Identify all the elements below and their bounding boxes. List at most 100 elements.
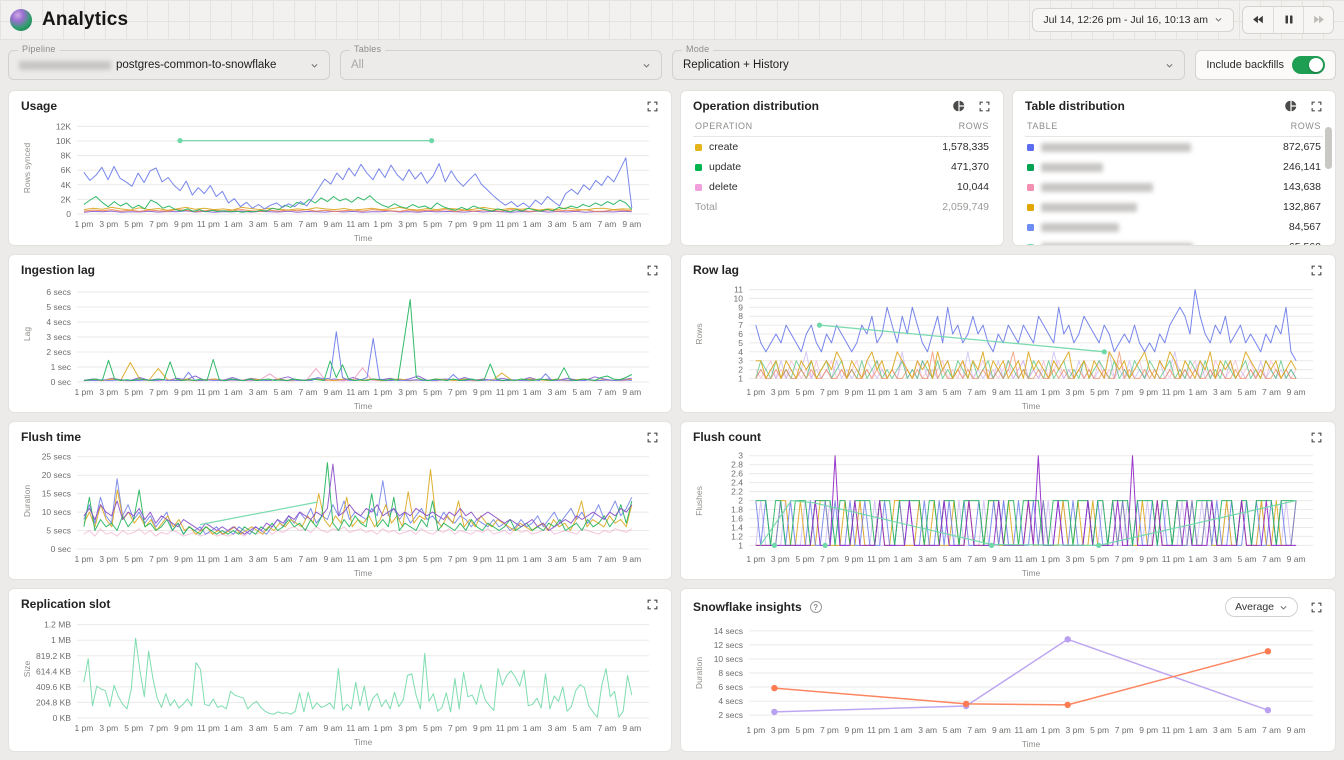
- svg-text:5 am: 5 am: [1238, 387, 1257, 397]
- svg-text:7 pm: 7 pm: [448, 387, 467, 397]
- svg-text:20 secs: 20 secs: [42, 470, 71, 480]
- snowflake-expand-button[interactable]: [1310, 601, 1323, 614]
- svg-text:11 pm: 11 pm: [197, 219, 220, 229]
- operation-pie-toggle[interactable]: [952, 99, 966, 113]
- series-color-swatch: [1027, 244, 1034, 247]
- svg-text:11 pm: 11 pm: [867, 554, 890, 564]
- svg-text:1 am: 1 am: [523, 387, 542, 397]
- svg-text:9 pm: 9 pm: [174, 554, 193, 564]
- svg-text:4 secs: 4 secs: [46, 317, 71, 327]
- operation-name: delete: [709, 181, 738, 193]
- filter-bar: Pipeline postgres-common-to-snowflake Ta…: [0, 40, 1344, 88]
- svg-text:3 pm: 3 pm: [771, 725, 790, 735]
- help-icon[interactable]: ?: [810, 601, 822, 613]
- svg-text:5 secs: 5 secs: [46, 526, 71, 536]
- date-range-label: Jul 14, 12:26 pm - Jul 16, 10:13 am: [1043, 14, 1208, 26]
- svg-text:9 am: 9 am: [1287, 725, 1306, 735]
- svg-text:1 am: 1 am: [224, 554, 243, 564]
- table-distribution-title: Table distribution: [1025, 99, 1125, 113]
- svg-text:1 am: 1 am: [224, 387, 243, 397]
- usage-expand-button[interactable]: [646, 100, 659, 113]
- total-label: Total: [695, 201, 717, 213]
- svg-text:7 pm: 7 pm: [1115, 554, 1134, 564]
- svg-text:3 pm: 3 pm: [1066, 387, 1085, 397]
- pipeline-select[interactable]: Pipeline postgres-common-to-snowflake: [8, 50, 330, 80]
- svg-text:12K: 12K: [56, 121, 71, 131]
- svg-text:11 pm: 11 pm: [1162, 387, 1185, 397]
- svg-text:2.6: 2.6: [731, 469, 743, 479]
- table-expand-button[interactable]: [1310, 100, 1323, 113]
- flush-count-expand-button[interactable]: [1310, 431, 1323, 444]
- svg-text:3 secs: 3 secs: [46, 332, 71, 342]
- operation-table-body: create 1,578,335 update 471,370 delete 1…: [693, 137, 991, 217]
- flush-time-title: Flush time: [21, 430, 81, 444]
- row-lag-expand-button[interactable]: [1310, 264, 1323, 277]
- svg-text:7 am: 7 am: [1262, 725, 1281, 735]
- svg-text:9 am: 9 am: [323, 554, 342, 564]
- include-backfills-toggle[interactable]: [1292, 56, 1325, 74]
- svg-text:5 secs: 5 secs: [46, 302, 71, 312]
- svg-text:1 am: 1 am: [1188, 725, 1207, 735]
- svg-text:5 pm: 5 pm: [124, 554, 143, 564]
- scrollbar[interactable]: [1325, 127, 1332, 169]
- svg-text:7 am: 7 am: [299, 219, 318, 229]
- series-color-swatch: [1027, 184, 1034, 191]
- mode-select[interactable]: Mode Replication + History: [672, 50, 1185, 80]
- svg-text:5 am: 5 am: [274, 723, 293, 733]
- chevron-down-icon: [1214, 15, 1223, 24]
- svg-text:1: 1: [738, 540, 743, 550]
- redacted-table-name: [1041, 223, 1119, 232]
- tables-value: All: [351, 59, 642, 71]
- svg-text:6K: 6K: [61, 165, 72, 175]
- operation-expand-button[interactable]: [978, 100, 991, 113]
- svg-text:11 am: 11 am: [346, 219, 369, 229]
- redacted-text: [19, 61, 111, 70]
- svg-text:7 pm: 7 pm: [448, 723, 467, 733]
- ingestion-lag-expand-button[interactable]: [646, 264, 659, 277]
- date-range-button[interactable]: Jul 14, 12:26 pm - Jul 16, 10:13 am: [1032, 8, 1234, 32]
- table-pie-toggle[interactable]: [1284, 99, 1298, 113]
- series-color-swatch: [695, 144, 702, 151]
- redacted-table-name: [1041, 203, 1137, 212]
- svg-text:7: 7: [738, 320, 743, 330]
- svg-text:9 am: 9 am: [622, 554, 641, 564]
- pause-button[interactable]: [1273, 7, 1303, 33]
- svg-text:11 pm: 11 pm: [496, 554, 519, 564]
- expand-icon: [646, 100, 659, 113]
- replication-slot-expand-button[interactable]: [646, 598, 659, 611]
- svg-text:Flushes: Flushes: [694, 486, 704, 516]
- svg-text:7 am: 7 am: [597, 219, 616, 229]
- svg-text:3 pm: 3 pm: [398, 554, 417, 564]
- svg-text:3 am: 3 am: [918, 387, 937, 397]
- svg-text:2.8: 2.8: [731, 460, 743, 470]
- fast-forward-icon: [1312, 14, 1325, 25]
- table-row: 65,560: [1025, 237, 1323, 246]
- svg-text:3 am: 3 am: [249, 219, 268, 229]
- svg-text:1 sec: 1 sec: [51, 362, 72, 372]
- fast-forward-button[interactable]: [1303, 7, 1333, 33]
- tables-select[interactable]: Tables All: [340, 50, 662, 80]
- operation-row: delete 10,044: [693, 177, 991, 197]
- svg-text:1 pm: 1 pm: [373, 723, 392, 733]
- svg-text:3 pm: 3 pm: [99, 387, 118, 397]
- pie-chart-icon: [1284, 99, 1298, 113]
- svg-text:9 am: 9 am: [622, 723, 641, 733]
- svg-text:11 am: 11 am: [346, 387, 369, 397]
- svg-text:11 pm: 11 pm: [496, 387, 519, 397]
- svg-text:1.2: 1.2: [731, 531, 743, 541]
- svg-text:11 pm: 11 pm: [496, 219, 519, 229]
- aggregate-select[interactable]: Average: [1225, 597, 1298, 617]
- svg-text:10 secs: 10 secs: [714, 654, 743, 664]
- svg-text:5 am: 5 am: [573, 387, 592, 397]
- rewind-button[interactable]: [1243, 7, 1273, 33]
- svg-text:3 pm: 3 pm: [1066, 725, 1085, 735]
- svg-text:2.2: 2.2: [731, 487, 743, 497]
- replication-slot-chart: 0 KB204.8 KB409.6 KB614.4 KB819.2 KB1 MB…: [21, 613, 659, 747]
- redacted-table-name: [1041, 163, 1103, 172]
- redacted-table-name: [1041, 243, 1193, 247]
- svg-text:10 secs: 10 secs: [42, 507, 71, 517]
- svg-text:6 secs: 6 secs: [46, 287, 71, 297]
- svg-text:9 pm: 9 pm: [1139, 554, 1158, 564]
- svg-text:11 am: 11 am: [1014, 387, 1037, 397]
- flush-time-expand-button[interactable]: [646, 431, 659, 444]
